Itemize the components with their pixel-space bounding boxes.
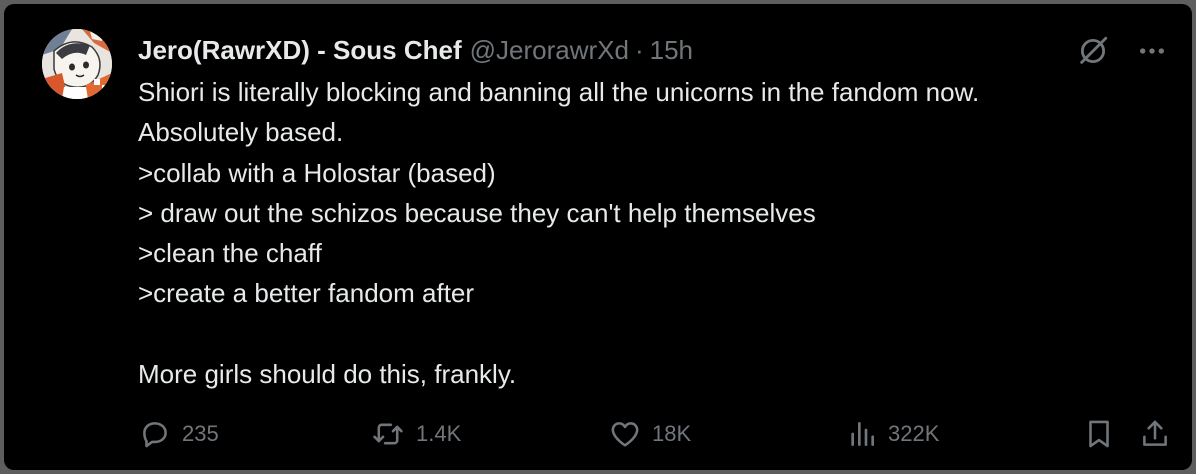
tweet-timestamp[interactable]: 15h	[650, 35, 693, 66]
views-count: 322K	[888, 421, 940, 446]
tweet-text: Shiori is literally blocking and banning…	[138, 77, 980, 390]
avatar[interactable]	[42, 29, 112, 99]
tweet-card[interactable]: Jero(RawrXD) - Sous Chef @JerorawrXd · 1…	[4, 4, 1192, 470]
avatar-illustration-icon	[42, 29, 112, 99]
reply-button[interactable]: 235	[138, 416, 219, 452]
repost-count: 1.4K	[416, 421, 462, 446]
like-icon	[608, 417, 642, 451]
separator-dot: ·	[634, 34, 644, 65]
grok-icon[interactable]	[1076, 34, 1110, 68]
header-actions	[1076, 34, 1168, 68]
repost-icon	[370, 417, 406, 451]
more-icon[interactable]	[1136, 35, 1168, 67]
like-count: 18K	[652, 421, 692, 446]
bookmark-button[interactable]	[1082, 416, 1116, 452]
tweet-header: Jero(RawrXD) - Sous Chef @JerorawrXd · 1…	[138, 32, 693, 68]
like-button[interactable]: 18K	[608, 416, 691, 452]
tweet-action-bar: 235 1.4K 18K 322K	[138, 416, 1168, 452]
reply-icon	[138, 417, 172, 451]
bookmark-icon	[1082, 417, 1116, 451]
share-button[interactable]	[1138, 416, 1172, 452]
author-handle[interactable]: @JerorawrXd	[470, 35, 629, 66]
author-display-name[interactable]: Jero(RawrXD) - Sous Chef	[138, 35, 462, 66]
reply-count: 235	[182, 421, 219, 446]
views-button[interactable]: 322K	[846, 416, 939, 452]
repost-button[interactable]: 1.4K	[370, 416, 461, 452]
views-icon	[846, 417, 878, 451]
share-icon	[1138, 417, 1172, 451]
